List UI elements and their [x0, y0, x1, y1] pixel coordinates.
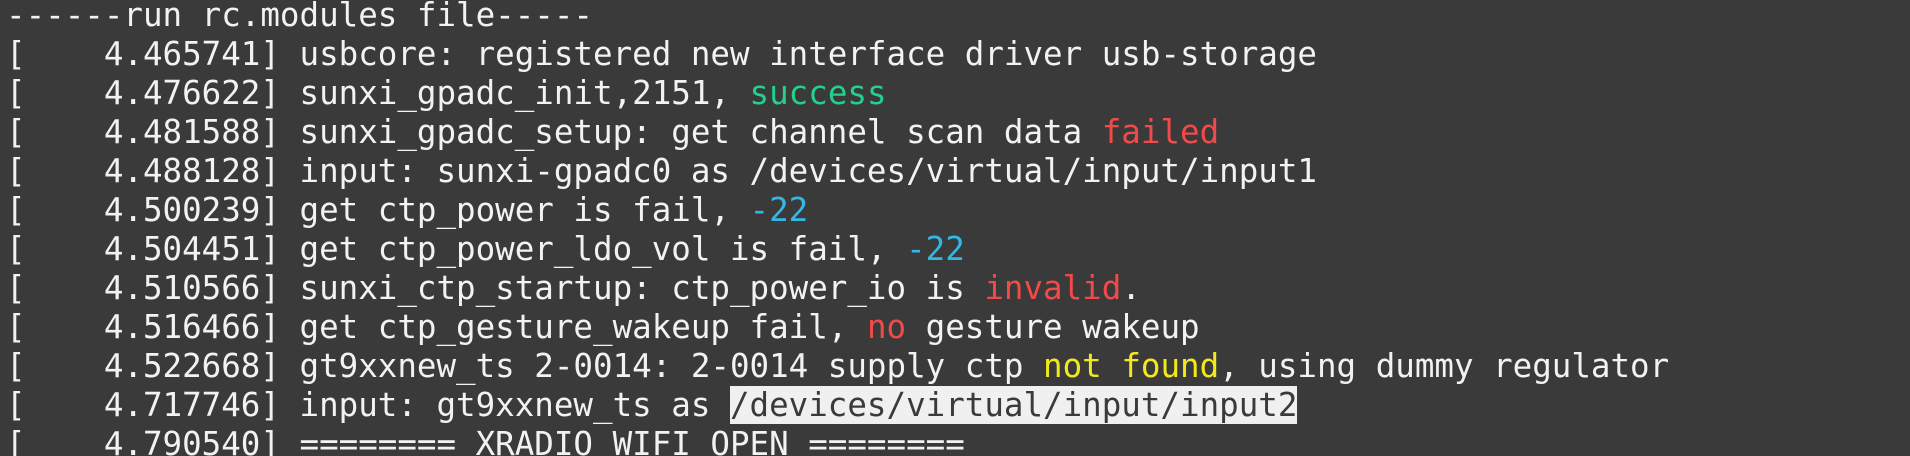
- highlighted-text: -22: [906, 230, 965, 268]
- terminal-window[interactable]: ------run rc.modules file-----[ 4.465741…: [0, 0, 1910, 456]
- highlighted-text: /devices/virtual/input/input2: [729, 386, 1298, 424]
- log-text: [ 4.500239] get ctp_power is fail,: [6, 191, 750, 229]
- terminal-line: [ 4.510566] sunxi_ctp_startup: ctp_power…: [6, 269, 1669, 308]
- highlighted-text: invalid: [984, 269, 1122, 307]
- log-text: , using dummy regulator: [1219, 347, 1670, 385]
- highlighted-text: no: [866, 308, 907, 346]
- terminal-line: ------run rc.modules file-----: [6, 0, 1669, 35]
- log-text: [ 4.522668] gt9xxnew_ts 2-0014: 2-0014 s…: [6, 347, 1044, 385]
- terminal-line: [ 4.516466] get ctp_gesture_wakeup fail,…: [6, 308, 1669, 347]
- terminal-line: [ 4.476622] sunxi_gpadc_init,2151, succe…: [6, 74, 1669, 113]
- log-text: .: [1121, 269, 1141, 307]
- log-text: [ 4.516466] get ctp_gesture_wakeup fail,: [6, 308, 867, 346]
- terminal-line: [ 4.500239] get ctp_power is fail, -22: [6, 191, 1669, 230]
- log-text: [ 4.717746] input: gt9xxnew_ts as: [6, 386, 730, 424]
- terminal-line: [ 4.790540] ======== XRADIO WIFI OPEN ==…: [6, 425, 1669, 456]
- log-text: ------run rc.modules file-----: [6, 0, 593, 34]
- log-text: [ 4.504451] get ctp_power_ldo_vol is fai…: [6, 230, 907, 268]
- highlighted-text: success: [749, 74, 887, 112]
- terminal-line: [ 4.465741] usbcore: registered new inte…: [6, 35, 1669, 74]
- terminal-line: [ 4.522668] gt9xxnew_ts 2-0014: 2-0014 s…: [6, 347, 1669, 386]
- log-text: [ 4.481588] sunxi_gpadc_setup: get chann…: [6, 113, 1102, 151]
- terminal-line: [ 4.481588] sunxi_gpadc_setup: get chann…: [6, 113, 1669, 152]
- log-text: [ 4.465741] usbcore: registered new inte…: [6, 35, 1317, 73]
- terminal-line: [ 4.717746] input: gt9xxnew_ts as /devic…: [6, 386, 1669, 425]
- log-text: [ 4.476622] sunxi_gpadc_init,2151,: [6, 74, 750, 112]
- highlighted-text: -22: [749, 191, 809, 229]
- log-text: gesture wakeup: [906, 308, 1200, 346]
- terminal-line: [ 4.504451] get ctp_power_ldo_vol is fai…: [6, 230, 1669, 269]
- terminal-line: [ 4.488128] input: sunxi-gpadc0 as /devi…: [6, 152, 1669, 191]
- log-text: [ 4.488128] input: sunxi-gpadc0 as /devi…: [6, 152, 1317, 190]
- highlighted-text: not found: [1043, 347, 1220, 385]
- terminal-output: ------run rc.modules file-----[ 4.465741…: [6, 0, 1669, 456]
- log-text: [ 4.510566] sunxi_ctp_startup: ctp_power…: [6, 269, 985, 307]
- log-text: [ 4.790540] ======== XRADIO WIFI OPEN ==…: [6, 425, 965, 456]
- highlighted-text: failed: [1101, 113, 1220, 151]
